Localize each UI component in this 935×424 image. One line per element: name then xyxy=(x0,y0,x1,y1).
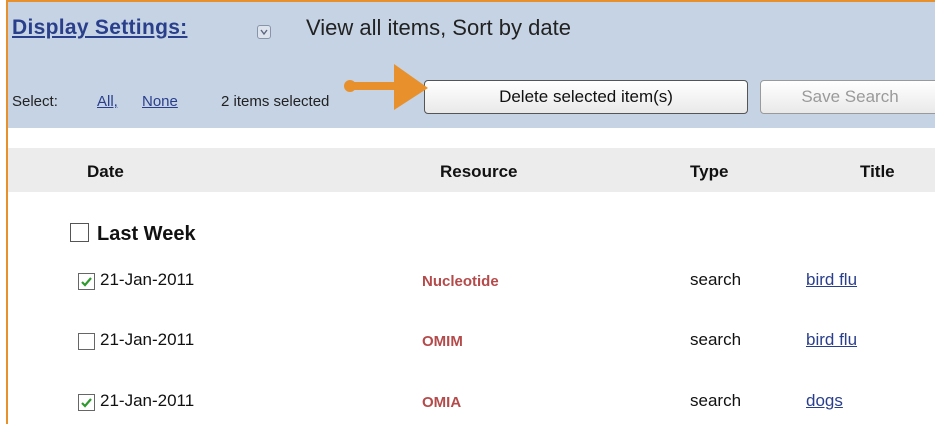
group-label: Last Week xyxy=(97,223,196,245)
chevron-down-icon[interactable] xyxy=(257,25,271,39)
row-checkbox[interactable] xyxy=(78,394,95,411)
row-date: 21-Jan-2011 xyxy=(100,270,195,289)
group-checkbox[interactable] xyxy=(70,223,89,242)
row-date: 21-Jan-2011 xyxy=(100,391,195,410)
row-type: search xyxy=(690,391,742,410)
row-type: search xyxy=(690,270,742,289)
arrow-annotation-icon xyxy=(344,64,428,110)
row-title-link[interactable]: dogs xyxy=(806,391,843,411)
row-resource[interactable]: OMIA xyxy=(422,394,461,411)
selected-count: 2 items selected xyxy=(221,93,330,110)
view-summary: View all items, Sort by date xyxy=(306,15,571,40)
row-title-link[interactable]: bird flu xyxy=(806,330,857,350)
row-title-link[interactable]: bird flu xyxy=(806,270,857,290)
save-search-button[interactable]: Save Search xyxy=(760,80,935,114)
column-title[interactable]: Title xyxy=(860,162,895,182)
row-resource[interactable]: OMIM xyxy=(422,333,463,350)
row-resource[interactable]: Nucleotide xyxy=(422,273,499,290)
row-date: 21-Jan-2011 xyxy=(100,330,195,349)
row-type: search xyxy=(690,330,742,349)
select-label: Select: xyxy=(12,93,58,110)
select-none-link[interactable]: None xyxy=(142,93,178,110)
delete-selected-button[interactable]: Delete selected item(s) xyxy=(424,80,748,114)
select-all-link[interactable]: All, xyxy=(97,93,118,110)
column-type[interactable]: Type xyxy=(690,162,728,182)
column-resource[interactable]: Resource xyxy=(440,162,517,182)
row-checkbox[interactable] xyxy=(78,273,95,290)
column-date[interactable]: Date xyxy=(87,162,124,182)
row-checkbox[interactable] xyxy=(78,333,95,350)
display-settings-link[interactable]: Display Settings: xyxy=(12,16,187,40)
